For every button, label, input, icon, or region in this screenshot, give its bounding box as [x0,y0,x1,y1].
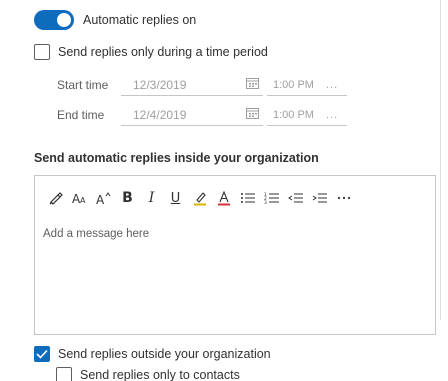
svg-text:A: A [96,193,105,205]
increase-font-icon[interactable]: A [93,188,114,208]
end-time-more: ... [325,108,339,121]
end-time-value: 1:00 PM [273,108,314,121]
svg-text:A: A [80,196,86,205]
end-time-label: End time [57,108,105,122]
format-painter-icon[interactable] [45,188,66,208]
svg-text:3: 3 [264,200,267,205]
checkmark-icon [36,349,48,359]
end-date-value: 12/4/2019 [133,107,187,122]
decrease-indent-icon[interactable] [285,188,306,208]
increase-indent-icon[interactable] [309,188,330,208]
end-time-row: End time 12/4/2019 1:00 PM ... [57,103,347,127]
contacts-only-label: Send replies only to contacts [80,368,240,381]
end-time-field[interactable]: 1:00 PM ... [267,104,347,126]
font-size-icon[interactable]: AA [69,188,90,208]
end-date-field[interactable]: 12/4/2019 [121,104,263,126]
outside-org-row: Send replies outside your organization [34,346,271,362]
highlight-icon[interactable] [189,188,210,208]
toggle-knob [57,13,71,27]
automatic-replies-toggle[interactable] [34,10,74,30]
start-time-label: Start time [57,78,109,92]
start-time-value: 1:00 PM [273,78,314,91]
bullets-icon[interactable] [237,188,258,208]
formatting-toolbar: AA A B I U 123 [45,188,357,208]
start-time-more: ... [325,78,339,91]
contacts-only-row: Send replies only to contacts [56,367,240,381]
outside-org-checkbox[interactable] [34,346,50,362]
underline-icon[interactable]: U [165,188,186,208]
calendar-icon[interactable] [246,107,259,122]
start-date-value: 12/3/2019 [133,77,187,92]
font-color-icon[interactable] [213,188,234,208]
start-date-field[interactable]: 12/3/2019 [121,74,263,96]
automatic-replies-label: Automatic replies on [83,13,197,27]
time-period-row: Send replies only during a time period [34,44,268,60]
more-options-icon[interactable] [333,188,354,208]
message-placeholder: Add a message here [43,228,150,240]
start-time-row: Start time 12/3/2019 1:00 PM ... [57,73,347,97]
panel-edge [440,0,441,320]
italic-icon[interactable]: I [141,188,162,208]
time-period-label: Send replies only during a time period [58,45,268,59]
inside-org-message-editor[interactable]: AA A B I U 123 Add a message here [34,175,436,335]
outside-org-label: Send replies outside your organization [58,347,271,361]
contacts-only-checkbox[interactable] [56,367,72,381]
bold-icon[interactable]: B [117,188,138,208]
start-time-field[interactable]: 1:00 PM ... [267,74,347,96]
time-period-checkbox[interactable] [34,44,50,60]
automatic-replies-row: Automatic replies on [34,10,196,30]
calendar-icon[interactable] [246,77,259,92]
inside-org-title: Send automatic replies inside your organ… [34,151,319,165]
numbering-icon[interactable]: 123 [261,188,282,208]
